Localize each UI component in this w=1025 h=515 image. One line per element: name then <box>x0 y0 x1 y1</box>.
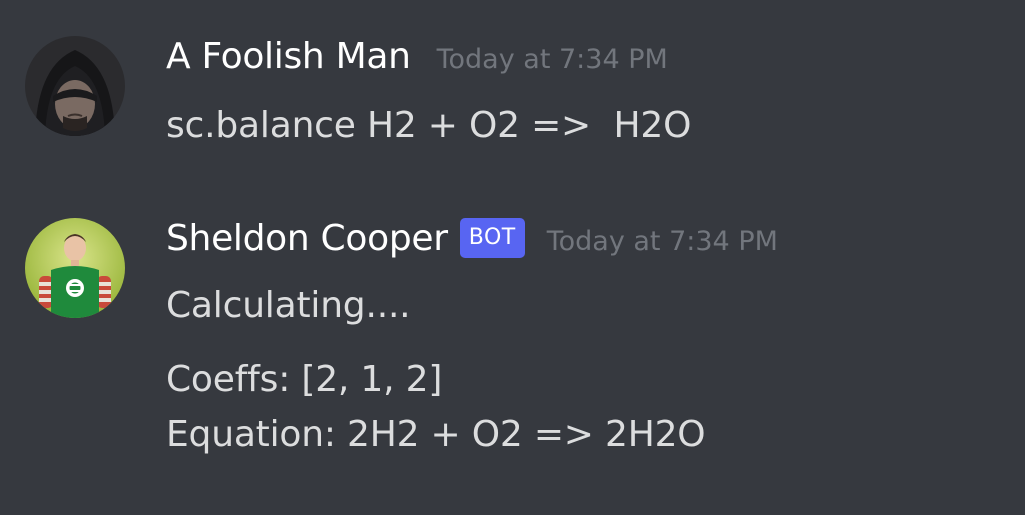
green-lantern-shirt-avatar-icon <box>25 218 125 318</box>
message-text: Coeffs: [2, 1, 2] <box>166 359 443 400</box>
message-text: Equation: 2H2 + O2 => 2H2O <box>166 414 706 455</box>
username[interactable]: Sheldon Cooper <box>166 218 448 259</box>
message-content: Sheldon Cooper BOT Today at 7:34 PM Calc… <box>166 218 1005 456</box>
bot-avatar[interactable] <box>25 218 125 318</box>
message-header: Sheldon Cooper BOT Today at 7:34 PM <box>166 218 1005 274</box>
username[interactable]: A Foolish Man <box>166 36 411 77</box>
timestamp[interactable]: Today at 7:34 PM <box>437 44 668 75</box>
message-content: A Foolish Man Today at 7:34 PM sc.balanc… <box>166 36 1005 147</box>
hooded-figure-avatar-icon <box>25 36 125 136</box>
bot-badge: BOT <box>459 218 525 258</box>
message-text: sc.balance H2 + O2 => H2O <box>166 105 692 146</box>
chat-view: { "messages": [ { "username": "A Foolish… <box>0 0 1025 515</box>
timestamp[interactable]: Today at 7:34 PM <box>547 226 778 257</box>
user-avatar[interactable] <box>25 36 125 136</box>
message-text: Calculating.... <box>166 285 411 326</box>
message-header: A Foolish Man Today at 7:34 PM <box>166 36 1005 92</box>
